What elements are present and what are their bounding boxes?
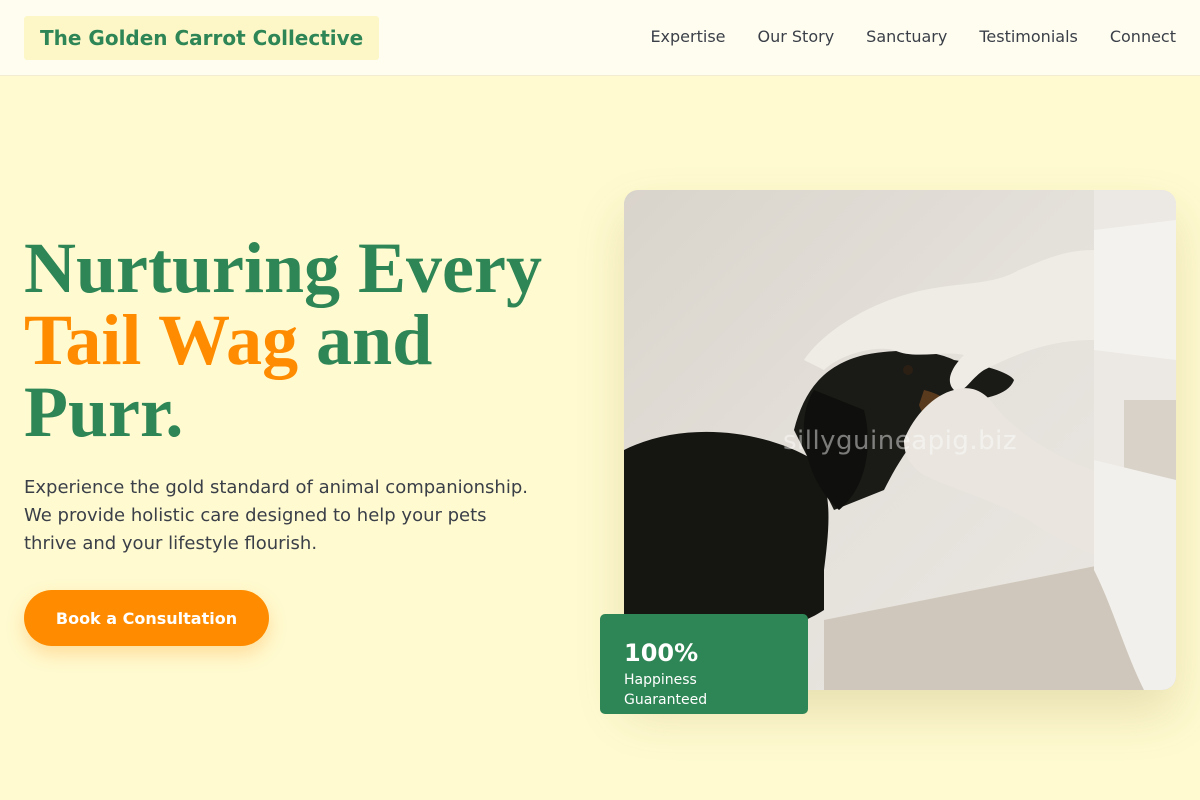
book-consultation-button[interactable]: Book a Consultation	[24, 590, 269, 646]
nav-link-sanctuary[interactable]: Sanctuary	[866, 27, 947, 46]
nav-item-expertise: Expertise	[650, 27, 725, 46]
happiness-stat-card: 100% Happiness Guaranteed	[600, 614, 808, 714]
hero-description: Experience the gold standard of animal c…	[24, 477, 528, 554]
brand-logo[interactable]: The Golden Carrot Collective	[24, 16, 380, 60]
nav-link-our-story[interactable]: Our Story	[758, 27, 835, 46]
site-header: The Golden Carrot Collective Expertise O…	[0, 0, 1200, 76]
image-watermark: sillyguineapig.biz	[782, 426, 1018, 456]
main-nav: Expertise Our Story Sanctuary Testimonia…	[650, 0, 1176, 72]
nav-item-our-story: Our Story	[758, 27, 835, 46]
nav-item-connect: Connect	[1110, 27, 1176, 46]
stat-value: 100%	[624, 639, 699, 667]
nav-link-testimonials[interactable]: Testimonials	[979, 27, 1078, 46]
hero-title-accent: Tail Wag	[24, 300, 299, 380]
stat-label: Happiness Guaranteed	[624, 672, 708, 708]
hero-title-line2-rest: and	[298, 300, 433, 380]
nav-link-expertise[interactable]: Expertise	[650, 27, 725, 46]
hero-title-line3: Purr.	[24, 372, 184, 452]
nav-link-connect[interactable]: Connect	[1110, 27, 1176, 46]
hero-title: Nurturing Every Tail Wag and Purr.	[24, 232, 584, 448]
hero-title-line1: Nurturing Every	[24, 228, 542, 308]
nav-item-testimonials: Testimonials	[979, 27, 1078, 46]
nav-item-sanctuary: Sanctuary	[866, 27, 947, 46]
